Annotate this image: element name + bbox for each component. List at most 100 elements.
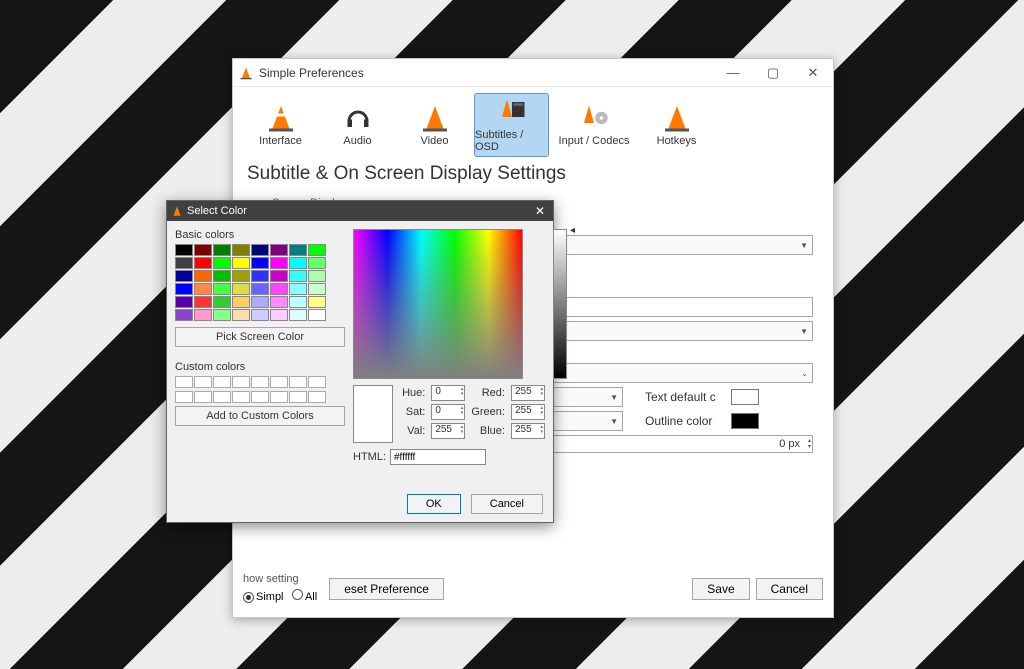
sat-input[interactable]: 0 bbox=[431, 404, 465, 420]
radio-simple[interactable] bbox=[243, 592, 254, 603]
color-swatch[interactable] bbox=[232, 296, 250, 308]
tab-subtitles-osd[interactable]: Subtitles / OSD bbox=[474, 93, 549, 157]
color-swatch[interactable] bbox=[232, 244, 250, 256]
green-input[interactable]: 255 bbox=[511, 404, 545, 420]
color-swatch[interactable] bbox=[175, 270, 193, 282]
tab-hotkeys[interactable]: Hotkeys bbox=[639, 93, 714, 157]
color-swatch[interactable] bbox=[213, 283, 231, 295]
color-swatch[interactable] bbox=[251, 244, 269, 256]
color-swatch[interactable] bbox=[213, 244, 231, 256]
custom-color-slot[interactable] bbox=[308, 391, 326, 403]
close-icon[interactable]: ✕ bbox=[527, 204, 553, 218]
dialog-titlebar[interactable]: Select Color ✕ bbox=[167, 201, 553, 221]
dialog-title: Select Color bbox=[187, 205, 247, 217]
custom-color-slot[interactable] bbox=[289, 376, 307, 388]
custom-color-slot[interactable] bbox=[213, 376, 231, 388]
color-swatch[interactable] bbox=[213, 309, 231, 321]
tab-audio[interactable]: Audio bbox=[320, 93, 395, 157]
hue-input[interactable]: 0 bbox=[431, 385, 465, 401]
blue-input[interactable]: 255 bbox=[511, 423, 545, 439]
ok-button[interactable]: OK bbox=[407, 494, 461, 514]
color-swatch[interactable] bbox=[289, 283, 307, 295]
color-swatch[interactable] bbox=[308, 309, 326, 321]
color-swatch[interactable] bbox=[175, 296, 193, 308]
color-swatch[interactable] bbox=[270, 244, 288, 256]
color-swatch[interactable] bbox=[213, 296, 231, 308]
select-color-dialog: Select Color ✕ Basic colors Pick Screen … bbox=[166, 200, 554, 523]
color-swatch[interactable] bbox=[289, 257, 307, 269]
pick-screen-color-button[interactable]: Pick Screen Color bbox=[175, 327, 345, 347]
color-swatch[interactable] bbox=[175, 283, 193, 295]
color-swatch[interactable] bbox=[308, 244, 326, 256]
outline-color-button[interactable] bbox=[731, 413, 759, 429]
color-swatch[interactable] bbox=[194, 283, 212, 295]
color-swatch[interactable] bbox=[308, 283, 326, 295]
color-swatch[interactable] bbox=[289, 296, 307, 308]
custom-color-slot[interactable] bbox=[232, 391, 250, 403]
color-swatch[interactable] bbox=[251, 296, 269, 308]
titlebar[interactable]: Simple Preferences — ▢ ✕ bbox=[233, 59, 833, 87]
maximize-button[interactable]: ▢ bbox=[753, 59, 793, 87]
color-swatch[interactable] bbox=[232, 257, 250, 269]
tab-video[interactable]: Video bbox=[397, 93, 472, 157]
radio-all[interactable] bbox=[292, 589, 303, 600]
custom-color-slot[interactable] bbox=[251, 376, 269, 388]
window-title: Simple Preferences bbox=[259, 66, 713, 80]
color-swatch[interactable] bbox=[232, 283, 250, 295]
color-swatch[interactable] bbox=[270, 270, 288, 282]
color-swatch[interactable] bbox=[175, 309, 193, 321]
color-swatch[interactable] bbox=[289, 270, 307, 282]
color-swatch[interactable] bbox=[308, 296, 326, 308]
hue-label: Hue: bbox=[402, 387, 425, 399]
color-swatch[interactable] bbox=[251, 283, 269, 295]
color-swatch[interactable] bbox=[251, 270, 269, 282]
custom-color-slot[interactable] bbox=[289, 391, 307, 403]
custom-color-slot[interactable] bbox=[251, 391, 269, 403]
color-swatch[interactable] bbox=[251, 257, 269, 269]
custom-color-slot[interactable] bbox=[175, 391, 193, 403]
color-swatch[interactable] bbox=[289, 244, 307, 256]
val-input[interactable]: 255 bbox=[431, 423, 465, 439]
cancel-button[interactable]: Cancel bbox=[756, 578, 823, 600]
color-swatch[interactable] bbox=[270, 257, 288, 269]
custom-color-slot[interactable] bbox=[270, 376, 288, 388]
color-swatch[interactable] bbox=[194, 257, 212, 269]
tab-interface[interactable]: Interface bbox=[243, 93, 318, 157]
color-swatch[interactable] bbox=[308, 270, 326, 282]
custom-color-slot[interactable] bbox=[232, 376, 250, 388]
color-swatch[interactable] bbox=[270, 309, 288, 321]
color-swatch[interactable] bbox=[270, 283, 288, 295]
color-swatch[interactable] bbox=[175, 257, 193, 269]
add-to-custom-colors-button[interactable]: Add to Custom Colors bbox=[175, 406, 345, 426]
color-swatch[interactable] bbox=[194, 244, 212, 256]
minimize-button[interactable]: — bbox=[713, 59, 753, 87]
color-swatch[interactable] bbox=[251, 309, 269, 321]
color-swatch[interactable] bbox=[289, 309, 307, 321]
custom-color-slot[interactable] bbox=[175, 376, 193, 388]
color-swatch[interactable] bbox=[175, 244, 193, 256]
save-button[interactable]: Save bbox=[692, 578, 749, 600]
red-input[interactable]: 255 bbox=[511, 385, 545, 401]
custom-color-slot[interactable] bbox=[308, 376, 326, 388]
custom-color-slot[interactable] bbox=[194, 376, 212, 388]
custom-color-slot[interactable] bbox=[270, 391, 288, 403]
tab-input-codecs[interactable]: Input / Codecs bbox=[551, 93, 637, 157]
html-color-input[interactable] bbox=[390, 449, 486, 465]
color-swatch[interactable] bbox=[194, 309, 212, 321]
cancel-button[interactable]: Cancel bbox=[471, 494, 543, 514]
color-swatch[interactable] bbox=[213, 270, 231, 282]
value-slider[interactable] bbox=[553, 229, 567, 379]
text-default-color-button[interactable] bbox=[731, 389, 759, 405]
reset-preferences-button[interactable]: eset Preference bbox=[329, 578, 444, 600]
color-swatch[interactable] bbox=[308, 257, 326, 269]
color-swatch[interactable] bbox=[270, 296, 288, 308]
close-button[interactable]: ✕ bbox=[793, 59, 833, 87]
color-gradient-picker[interactable] bbox=[353, 229, 523, 379]
color-swatch[interactable] bbox=[232, 309, 250, 321]
color-swatch[interactable] bbox=[194, 296, 212, 308]
custom-color-slot[interactable] bbox=[194, 391, 212, 403]
color-swatch[interactable] bbox=[232, 270, 250, 282]
custom-color-slot[interactable] bbox=[213, 391, 231, 403]
color-swatch[interactable] bbox=[213, 257, 231, 269]
color-swatch[interactable] bbox=[194, 270, 212, 282]
